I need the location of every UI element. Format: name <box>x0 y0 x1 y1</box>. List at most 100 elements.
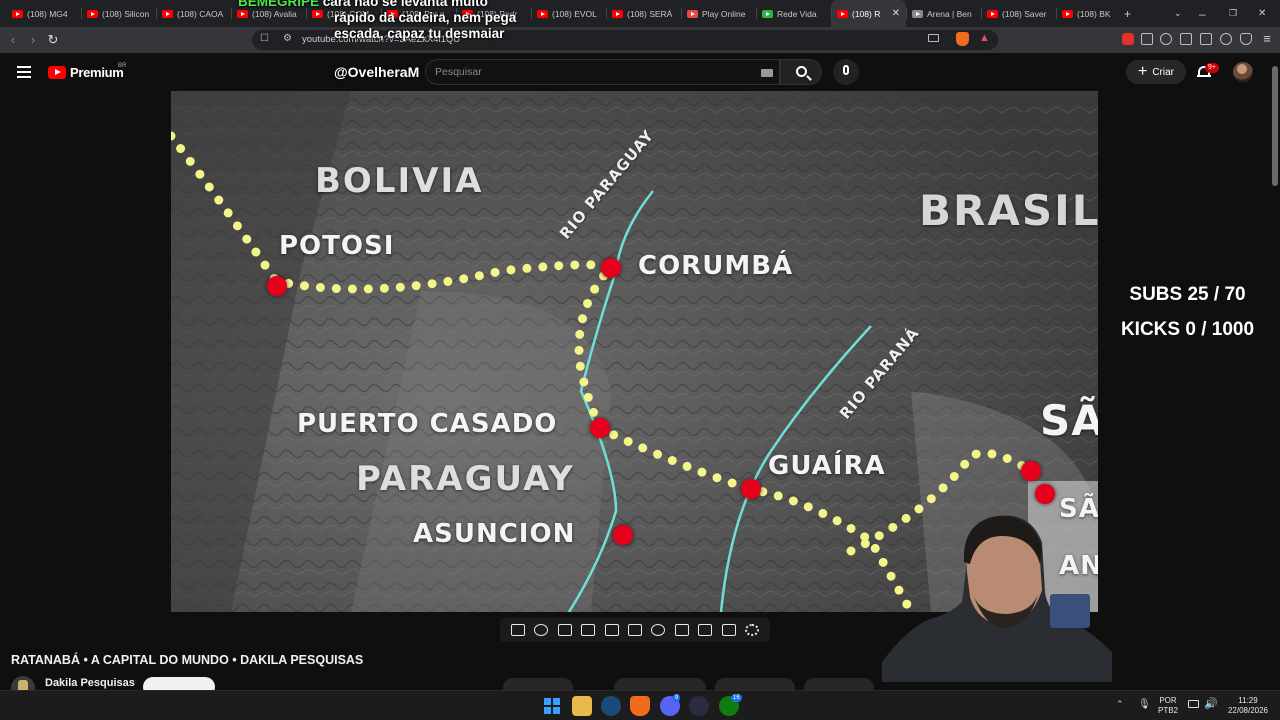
stream-chat-message: BEMEGRIPE cara não se levanta muito rápi… <box>238 0 558 42</box>
cast-icon[interactable] <box>928 34 939 42</box>
ambient-icon[interactable] <box>534 624 549 636</box>
search-icon <box>796 66 807 77</box>
streamer-webcam <box>882 515 1112 682</box>
browser-tab-active[interactable]: (108) R ✕ <box>831 0 906 27</box>
restore-icon[interactable]: ❐ <box>1229 0 1237 27</box>
play-online-favicon-icon <box>687 9 698 18</box>
map-label-paraguay: PARAGUAY <box>356 459 575 499</box>
discord-badge: 9 <box>673 694 681 702</box>
youtube-favicon-icon <box>837 9 848 18</box>
settings-gear-icon[interactable] <box>745 624 760 636</box>
chat-text-line-3: escada, capaz tu desmaiar <box>334 26 505 41</box>
new-tab-icon[interactable]: + <box>1124 0 1131 27</box>
tray-overflow-icon[interactable]: ⌃ <box>1116 699 1124 710</box>
microphone-tray-icon[interactable]: 🎙 <box>1138 699 1151 710</box>
theater-mode-icon[interactable] <box>604 624 619 636</box>
browser-tab[interactable]: (108) BK <box>1056 0 1131 27</box>
youtube-favicon-icon <box>12 9 23 18</box>
steam-icon[interactable] <box>601 696 621 716</box>
input-language[interactable]: POR PTB2 <box>1156 696 1180 716</box>
map-label-corumba: CORUMBÁ <box>638 251 794 281</box>
clip-icon[interactable] <box>581 624 596 636</box>
media-icon[interactable] <box>1160 33 1172 45</box>
browser-tab[interactable]: Play Online <box>681 0 756 27</box>
youtube-favicon-icon <box>162 9 173 18</box>
vpn-shield-icon[interactable] <box>1240 33 1252 45</box>
chat-text-line-2: rápido da cadeira, nem pega <box>334 10 517 25</box>
rede-vida-favicon-icon <box>762 9 773 18</box>
browser-tab[interactable]: Arena | Ben <box>906 0 981 27</box>
plus-icon: + <box>1137 63 1148 80</box>
chat-text-line-1: cara não se levanta muito <box>322 0 488 9</box>
search-input[interactable]: Pesquisar <box>425 59 780 85</box>
browser-tab[interactable]: (108) Saver <box>981 0 1056 27</box>
miniplayer-icon[interactable] <box>627 624 642 636</box>
windows-taskbar: 9 16 ⌃ 🎙 POR PTB2 🔊 11:29 22/08/2026 <box>0 690 1280 720</box>
minimize-icon[interactable]: – <box>1199 0 1206 27</box>
forward-icon[interactable]: › <box>25 32 41 48</box>
wallet-icon[interactable] <box>1200 33 1212 45</box>
create-button[interactable]: + Criar <box>1126 60 1186 84</box>
reload-icon[interactable]: ↻ <box>45 32 61 48</box>
search-button[interactable] <box>780 59 822 85</box>
brave-browser-icon[interactable] <box>630 696 650 716</box>
map-label-sao-paulo: SÃ <box>1040 396 1098 445</box>
tab-search-icon[interactable]: ⌄ <box>1174 0 1182 27</box>
loop-icon[interactable] <box>510 624 525 636</box>
youtube-favicon-icon <box>87 9 98 18</box>
screen: (108) MG4 (108) Silicon (108) CAOA (108)… <box>0 0 1280 720</box>
page-scrollbar[interactable] <box>1272 66 1278 186</box>
youtube-masthead: Premium BR Pesquisar + Criar 9+ <box>0 53 1280 91</box>
youtube-logo[interactable]: Premium <box>48 65 124 80</box>
browser-tab[interactable]: Rede Vida <box>756 0 831 27</box>
brave-rewards-icon[interactable]: ▲ <box>979 32 990 44</box>
back-icon[interactable]: ‹ <box>5 32 21 48</box>
account-avatar[interactable] <box>1233 62 1253 82</box>
close-tab-icon[interactable]: ✕ <box>892 8 900 19</box>
menu-icon[interactable]: ≡ <box>1260 31 1274 47</box>
city-marker-potosi <box>267 276 287 296</box>
volume-icon[interactable]: 🔊 <box>1204 697 1218 710</box>
browser-tab[interactable]: (108) SERÁ <box>606 0 681 27</box>
speed-icon[interactable] <box>651 624 666 636</box>
notification-badge: 9+ <box>1205 63 1219 73</box>
extensions-icon[interactable] <box>1141 33 1153 45</box>
city-marker-puerto-casado <box>590 418 610 438</box>
clock[interactable]: 11:29 22/08/2026 <box>1222 696 1274 716</box>
subs-goal: SUBS 25 / 70 <box>1129 284 1246 305</box>
player-controls <box>500 618 770 642</box>
network-icon[interactable] <box>1188 700 1199 708</box>
streamer-handle: @OvelheraM <box>334 64 420 80</box>
extension-red-icon[interactable] <box>1122 33 1134 45</box>
sidebar-icon[interactable] <box>1180 33 1192 45</box>
browser-tab[interactable]: (108) MG4 <box>6 0 81 27</box>
leo-ai-icon[interactable] <box>1220 33 1232 45</box>
city-marker-sao-paulo <box>1021 461 1041 481</box>
arena-favicon-icon <box>912 9 923 18</box>
create-label: Criar <box>1152 66 1174 78</box>
kicks-goal: KICKS 0 / 1000 <box>1120 319 1255 340</box>
city-marker-sao <box>1035 484 1055 504</box>
app-arrow-icon[interactable] <box>689 696 709 716</box>
guide-menu-icon[interactable] <box>17 66 31 78</box>
screenshot-icon[interactable] <box>698 624 713 636</box>
microphone-icon <box>843 65 849 75</box>
lab-icon[interactable] <box>721 624 736 636</box>
brave-shields-icon[interactable] <box>956 32 969 46</box>
start-windows-icon[interactable] <box>544 698 560 714</box>
add-to-playlist-icon[interactable] <box>674 624 689 636</box>
browser-tab-strip: (108) MG4 (108) Silicon (108) CAOA (108)… <box>0 0 1280 27</box>
close-window-icon[interactable]: ✕ <box>1258 0 1266 27</box>
channel-name[interactable]: Dakila Pesquisas <box>45 677 135 689</box>
youtube-favicon-icon <box>612 9 623 18</box>
voice-search-button[interactable] <box>833 59 859 85</box>
file-explorer-icon[interactable] <box>572 696 592 716</box>
browser-tab[interactable]: (108) Silicon <box>81 0 156 27</box>
video-title: RATANABÁ • A CAPITAL DO MUNDO • DAKILA P… <box>11 653 364 667</box>
browser-tab[interactable]: (108) CAOA <box>156 0 231 27</box>
browser-toolbar: ‹ › ↻ ☐ ⚙ youtube.com/watch?v=2AeZkX4l1Q… <box>0 27 1280 53</box>
picture-in-picture-icon[interactable] <box>557 624 572 636</box>
city-marker-asuncion <box>613 525 633 545</box>
xbox-badge: 16 <box>731 694 742 702</box>
keyboard-icon[interactable] <box>761 69 773 77</box>
